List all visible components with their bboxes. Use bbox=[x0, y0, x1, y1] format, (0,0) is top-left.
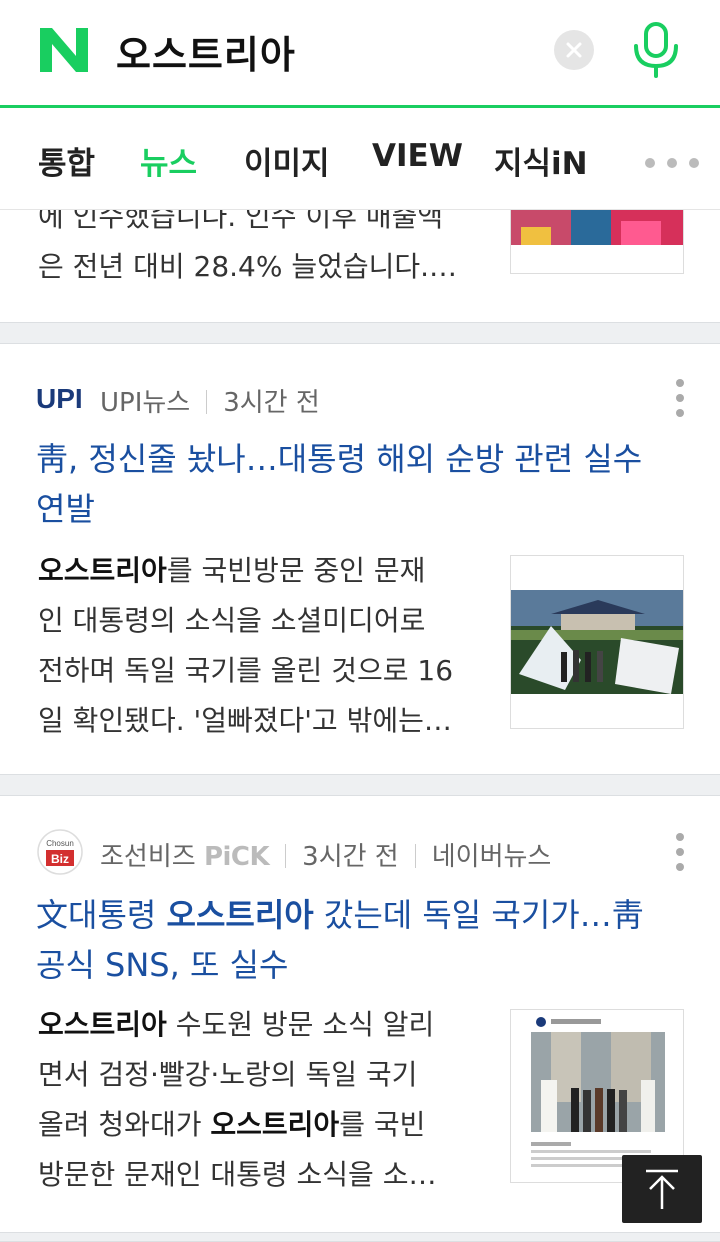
back-to-top-icon bbox=[646, 1169, 678, 1209]
more-dots-icon[interactable] bbox=[644, 156, 700, 170]
article-card[interactable]: Chosun Biz 조선비즈 PiCK 3시간 전 네이버뉴스 文대통령 오스트리… bbox=[0, 796, 720, 1232]
article-meta: UPI뉴스 3시간 전 bbox=[100, 382, 320, 419]
article-card[interactable]: UPI UPI뉴스 3시간 전 靑, 정신줄 놨나…대통령 해외 순방 관련 실수… bbox=[0, 344, 720, 774]
kebab-icon[interactable] bbox=[672, 378, 688, 418]
tab-images[interactable]: 이미지 bbox=[244, 138, 330, 183]
back-to-top-button[interactable] bbox=[622, 1155, 702, 1223]
article-time: 3시간 전 bbox=[223, 388, 320, 418]
article-meta: 조선비즈 PiCK 3시간 전 네이버뉴스 bbox=[100, 836, 551, 873]
article-card[interactable]: 에 인수했습니다. 인수 이후 매출액 은 전년 대비 28.4% 늘었습니다.… bbox=[0, 210, 720, 322]
kebab-icon[interactable] bbox=[672, 832, 688, 872]
mic-icon[interactable] bbox=[630, 22, 682, 78]
card-separator bbox=[0, 322, 720, 344]
naver-news-link[interactable]: 네이버뉴스 bbox=[432, 842, 552, 872]
tab-kin[interactable]: 지식iN bbox=[494, 138, 588, 183]
search-query[interactable]: 오스트리아 bbox=[116, 24, 296, 79]
press-logo[interactable]: UPI bbox=[36, 374, 84, 422]
article-snippet: 오스트리아를 국빈방문 중인 문재 인 대통령의 소식을 소셜미디어로 전하며 … bbox=[38, 554, 454, 737]
naver-logo-icon[interactable] bbox=[38, 26, 90, 74]
search-tabs: 통합 뉴스 이미지 VIEW 지식iN bbox=[0, 108, 720, 210]
article-title[interactable]: 靑, 정신줄 놨나…대통령 해외 순방 관련 실수 연발 bbox=[36, 434, 686, 534]
press-name[interactable]: 조선비즈 bbox=[100, 842, 196, 872]
article-thumbnail[interactable] bbox=[510, 210, 684, 274]
tab-view[interactable]: VIEW bbox=[372, 138, 463, 174]
search-bar: 오스트리아 bbox=[0, 0, 720, 108]
pick-badge: PiCK bbox=[203, 842, 270, 872]
article-time: 3시간 전 bbox=[302, 842, 399, 872]
svg-text:UPI: UPI bbox=[36, 383, 83, 414]
clear-search-button[interactable] bbox=[554, 30, 594, 70]
card-separator bbox=[0, 774, 720, 796]
press-name[interactable]: UPI뉴스 bbox=[100, 388, 190, 418]
article-snippet: 에 인수했습니다. 인수 이후 매출액 은 전년 대비 28.4% 늘었습니다.… bbox=[38, 210, 458, 283]
svg-text:Biz: Biz bbox=[51, 852, 69, 866]
tab-news[interactable]: 뉴스 bbox=[140, 138, 197, 183]
article-title[interactable]: 文대통령 오스트리아 갔는데 독일 국기가…靑 공식 SNS, 또 실수 bbox=[36, 890, 686, 990]
clear-icon bbox=[566, 42, 582, 58]
article-thumbnail[interactable] bbox=[510, 555, 684, 729]
article-snippet: 오스트리아 수도원 방문 소식 알리 면서 검정·빨강·노랑의 독일 국기 올려… bbox=[38, 1008, 437, 1191]
tab-all[interactable]: 통합 bbox=[38, 138, 95, 183]
card-separator bbox=[0, 1232, 720, 1242]
svg-text:Chosun: Chosun bbox=[46, 839, 74, 848]
press-logo[interactable]: Chosun Biz bbox=[36, 828, 84, 876]
